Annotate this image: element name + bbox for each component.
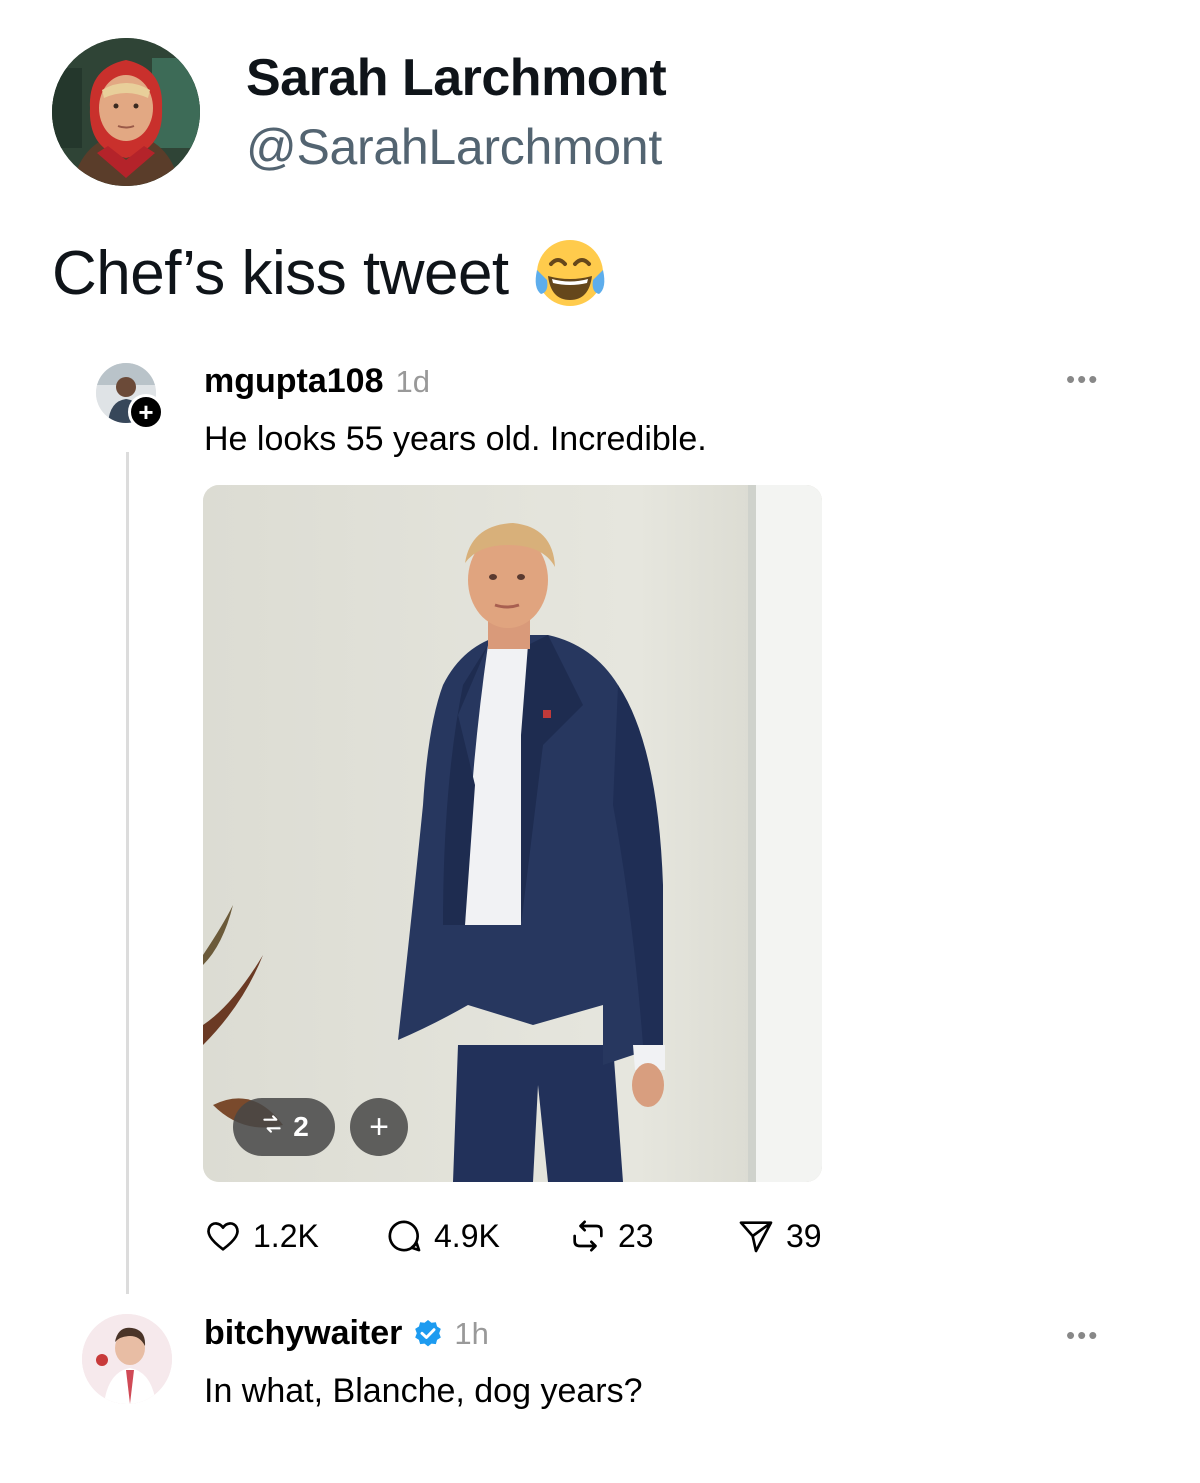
repost-count: 23 [618,1217,654,1254]
author-avatar-image [52,38,200,186]
reply-count: 4.9K [434,1217,500,1254]
quoted-time: 1d [395,364,430,399]
like-button[interactable]: 1.2K [203,1216,319,1256]
image-repost-pill[interactable]: 2 [233,1098,335,1156]
author-handle[interactable]: @SarahLarchmont [246,118,662,176]
more-options-icon[interactable]: ••• [1066,364,1099,395]
image-repost-count: 2 [293,1111,309,1142]
quoted-post-photo[interactable] [203,485,822,1182]
image-add-button[interactable]: + [350,1098,408,1156]
share-button[interactable]: 39 [736,1216,822,1256]
reply-post-header: bitchywaiter 1h [204,1314,489,1353]
reply-button[interactable]: 4.9K [384,1216,500,1256]
heart-icon [207,1222,239,1251]
bitchywaiter-avatar[interactable] [82,1314,172,1404]
author-avatar[interactable] [52,38,200,186]
repost-button[interactable]: 23 [568,1216,654,1256]
reply-username[interactable]: bitchywaiter [204,1314,402,1353]
image-repost-icon [259,1111,285,1144]
thread-line [126,452,129,1294]
reply-time: 1h [454,1315,489,1351]
repost-icon [573,1220,603,1252]
bitchywaiter-avatar-image [82,1314,172,1404]
follow-plus-icon[interactable]: + [128,394,164,430]
quoted-post-header: mgupta108 1d [204,362,430,401]
like-count: 1.2K [253,1217,319,1254]
photo-man-in-suit [203,485,822,1182]
tweet-text: Chef’s kiss tweet [52,238,509,308]
reply-text: In what, Blanche, dog years? [204,1372,643,1410]
send-icon [739,1221,773,1253]
author-name[interactable]: Sarah Larchmont [246,48,667,108]
tears-of-joy-emoji-icon [531,236,609,310]
quoted-text: He looks 55 years old. Incredible. [204,420,707,458]
quoted-username[interactable]: mgupta108 [204,362,384,401]
share-count: 39 [786,1217,822,1254]
verified-badge-icon [415,1319,442,1346]
tweet-text-container: Chef’s kiss tweet [52,236,609,310]
comment-icon [388,1220,421,1252]
reply-more-options-icon[interactable]: ••• [1066,1320,1099,1351]
